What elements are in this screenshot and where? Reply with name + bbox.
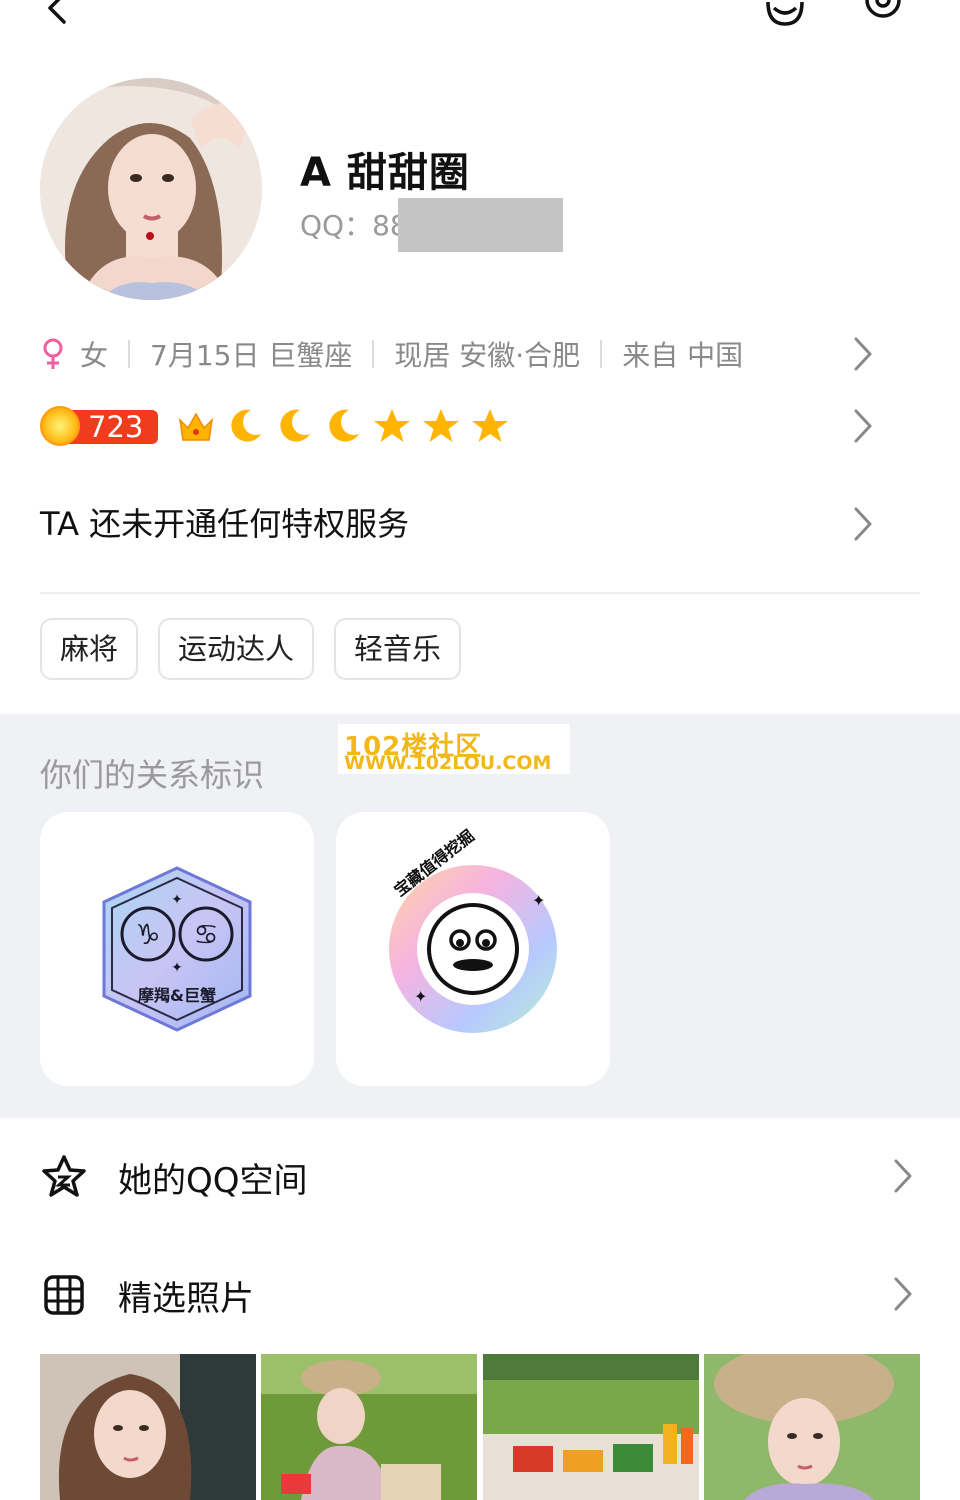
grid-icon <box>44 1275 84 1315</box>
qq-number: QQ：88 <box>300 209 408 242</box>
qq-number-mask <box>398 198 563 252</box>
level-badge: 723 <box>40 406 158 446</box>
badge-label: 摩羯&巨蟹 <box>138 986 216 1005</box>
svg-text:✦: ✦ <box>414 987 427 1006</box>
divider <box>40 592 920 594</box>
photo-strip <box>40 1354 920 1500</box>
photos-label: 精选照片 <box>118 1278 254 1319</box>
featured-photos-row[interactable]: 精选照片 <box>40 1260 920 1330</box>
separator <box>128 340 131 368</box>
qzone-star-icon <box>42 1155 86 1197</box>
tag-sports[interactable]: 运动达人 <box>158 618 315 680</box>
level-number: 723 <box>88 410 144 444</box>
watermark: 102楼社区 WWW.102LOU.COM <box>338 724 570 774</box>
svg-text:✦: ✦ <box>532 891 545 910</box>
interest-tags: 麻将 运动达人 轻音乐 <box>40 618 481 680</box>
female-icon <box>43 338 63 369</box>
tag-mahjong[interactable]: 麻将 <box>40 618 139 680</box>
sun-icon <box>40 406 80 446</box>
crown-icon <box>178 412 214 441</box>
privilege-row[interactable]: TA 还未开通任何特权服务 <box>40 500 920 548</box>
relationship-title: 你们的关系标识 <box>40 756 265 794</box>
qzone-row[interactable]: 她的QQ空间 <box>40 1142 920 1212</box>
svg-text:✦: ✦ <box>171 960 183 976</box>
chevron-right-icon <box>894 1277 912 1311</box>
birthday-text: 7月15日 巨蟹座 <box>150 339 353 372</box>
photo-thumbnail[interactable] <box>40 1354 256 1500</box>
watermark-line2: WWW.102LOU.COM <box>344 752 552 774</box>
qzone-label: 她的QQ空间 <box>118 1160 308 1201</box>
star-icon <box>423 409 459 442</box>
moon-icon <box>280 409 310 442</box>
photo-thumbnail[interactable] <box>261 1354 478 1500</box>
residence-text: 现居 安徽·合肥 <box>394 339 581 372</box>
photo-thumbnail[interactable] <box>482 1354 699 1500</box>
photo-thumbnail[interactable] <box>703 1354 920 1500</box>
tag-light-music[interactable]: 轻音乐 <box>334 618 462 680</box>
chevron-right-icon <box>894 1159 912 1193</box>
top-bar <box>0 0 960 40</box>
moon-icon <box>231 409 261 442</box>
moon-icon <box>329 409 359 442</box>
origin-text: 来自 中国 <box>622 339 744 372</box>
separator <box>372 340 375 368</box>
avatar-dressup-icon[interactable] <box>762 0 808 28</box>
relationship-badge-treasure[interactable]: ✦ ✦ 宝藏值得挖掘 <box>336 812 610 1086</box>
star-icon <box>374 409 410 442</box>
back-arrow-icon[interactable] <box>40 0 74 26</box>
separator <box>600 340 603 368</box>
privilege-text: TA 还未开通任何特权服务 <box>40 505 410 543</box>
chevron-right-icon <box>854 507 872 541</box>
relationship-section: 你们的关系标识 102楼社区 WWW.102LOU.COM ♑ ♋ ✦ ✦ 摩羯… <box>0 714 960 1118</box>
basic-info-row[interactable]: 女 7月15日 巨蟹座 现居 安徽·合肥 来自 中国 <box>40 332 920 376</box>
star-icon <box>472 409 508 442</box>
chevron-right-icon <box>854 409 872 443</box>
profile-avatar[interactable] <box>40 78 262 300</box>
qq-level-row[interactable]: 723 <box>40 402 920 450</box>
svg-text:♋: ♋ <box>193 918 218 951</box>
gear-icon[interactable] <box>860 0 906 28</box>
chevron-right-icon <box>854 337 872 371</box>
gender-text: 女 <box>80 339 109 372</box>
nickname: A 甜甜圈 <box>300 150 470 196</box>
svg-text:♑: ♑ <box>135 918 160 951</box>
svg-text:✦: ✦ <box>171 892 183 908</box>
relationship-badge-zodiac[interactable]: ♑ ♋ ✦ ✦ 摩羯&巨蟹 <box>40 812 314 1086</box>
